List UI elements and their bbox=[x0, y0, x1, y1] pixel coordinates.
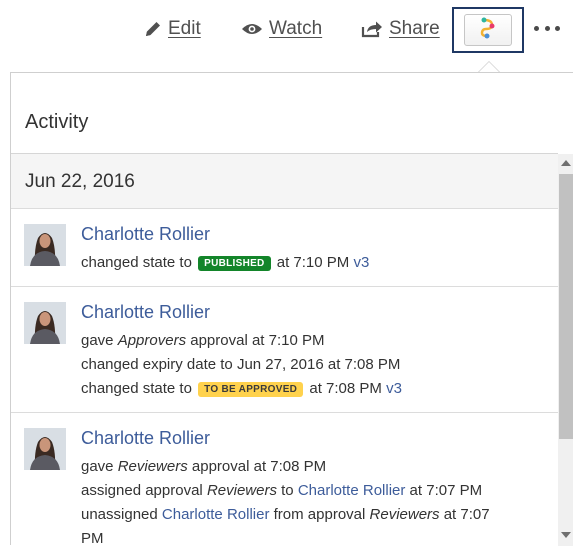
watch-button[interactable]: Watch bbox=[241, 16, 322, 42]
activity-text: at 7:07 bbox=[443, 506, 490, 523]
activity-line: unassigned Charlotte Rollier from approv… bbox=[81, 506, 490, 523]
user-link[interactable]: Charlotte Rollier bbox=[81, 302, 210, 323]
avatar bbox=[24, 428, 66, 470]
vertical-scrollbar[interactable] bbox=[558, 154, 573, 546]
eye-icon bbox=[241, 21, 263, 37]
user-link[interactable]: Charlotte Rollier bbox=[298, 482, 406, 499]
activity-text: changed state to bbox=[81, 380, 192, 397]
version-link[interactable]: v3 bbox=[353, 254, 369, 271]
activity-text: approval at 7:10 PM bbox=[190, 332, 325, 349]
avatar bbox=[24, 302, 66, 344]
activity-line: gave Approvers approval at 7:10 PM bbox=[81, 332, 325, 349]
share-label: Share bbox=[389, 18, 440, 39]
workflow-icon bbox=[479, 17, 497, 44]
approval-name: Approvers bbox=[117, 332, 187, 349]
activity-text: at 7:07 PM bbox=[409, 482, 483, 499]
activity-entry: Charlotte Rollier changed state to PUBLI… bbox=[11, 209, 558, 287]
activity-text: at 7:10 PM bbox=[276, 254, 350, 271]
approval-name: Reviewers bbox=[206, 482, 277, 499]
scroll-up-arrow-icon[interactable] bbox=[561, 160, 571, 166]
activity-line: changed state to TO BE APPROVED at 7:08 … bbox=[81, 380, 402, 397]
activity-line: PM bbox=[81, 530, 104, 546]
activity-panel: Activity Jun 22, 2016 Charlotte Rollier … bbox=[10, 72, 573, 546]
status-badge: PUBLISHED bbox=[198, 256, 271, 271]
avatar bbox=[24, 224, 66, 266]
user-link[interactable]: Charlotte Rollier bbox=[81, 428, 210, 449]
status-badge: TO BE APPROVED bbox=[198, 382, 304, 397]
pencil-icon bbox=[144, 20, 162, 38]
activity-text: gave bbox=[81, 458, 114, 475]
activity-line: assigned approval Reviewers to Charlotte… bbox=[81, 482, 482, 499]
activity-entry: Charlotte Rollier gave Approvers approva… bbox=[11, 287, 558, 413]
activity-text: assigned approval bbox=[81, 482, 203, 499]
approval-name: Reviewers bbox=[369, 506, 440, 523]
activity-entry: Charlotte Rollier gave Reviewers approva… bbox=[11, 413, 558, 546]
more-options-button[interactable] bbox=[534, 22, 560, 34]
more-dot-icon bbox=[555, 25, 560, 31]
activity-text: from approval bbox=[273, 506, 366, 523]
activity-text: unassigned bbox=[81, 506, 158, 523]
scroll-down-arrow-icon[interactable] bbox=[561, 532, 571, 538]
share-icon bbox=[361, 20, 383, 38]
scroll-thumb[interactable] bbox=[559, 174, 573, 439]
workflow-button-highlight bbox=[452, 7, 524, 53]
activity-line: gave Reviewers approval at 7:08 PM bbox=[81, 458, 326, 475]
activity-text: approval at 7:08 PM bbox=[191, 458, 327, 475]
activity-text: gave bbox=[81, 332, 114, 349]
workflow-button[interactable] bbox=[464, 14, 512, 46]
activity-line: changed expiry date to Jun 27, 2016 at 7… bbox=[81, 356, 401, 373]
share-button[interactable]: Share bbox=[361, 16, 440, 42]
activity-text: changed state to bbox=[81, 254, 192, 271]
user-link[interactable]: Charlotte Rollier bbox=[81, 224, 210, 245]
edit-button[interactable]: Edit bbox=[144, 16, 201, 42]
user-link[interactable]: Charlotte Rollier bbox=[162, 506, 270, 523]
more-dot-icon bbox=[544, 25, 550, 31]
panel-pointer-fill bbox=[479, 62, 499, 72]
more-dot-icon bbox=[534, 25, 539, 31]
watch-label: Watch bbox=[269, 18, 323, 39]
activity-text: at 7:08 PM bbox=[309, 380, 382, 397]
edit-label: Edit bbox=[168, 18, 201, 39]
panel-title: Activity bbox=[25, 111, 89, 133]
date-header: Jun 22, 2016 bbox=[11, 154, 558, 209]
version-link[interactable]: v3 bbox=[386, 380, 402, 397]
activity-text: to bbox=[281, 482, 294, 499]
date-label: Jun 22, 2016 bbox=[25, 171, 135, 192]
approval-name: Reviewers bbox=[117, 458, 188, 475]
activity-list: Jun 22, 2016 Charlotte Rollier changed s… bbox=[11, 154, 558, 546]
activity-line: changed state to PUBLISHED at 7:10 PM v3 bbox=[81, 254, 369, 271]
